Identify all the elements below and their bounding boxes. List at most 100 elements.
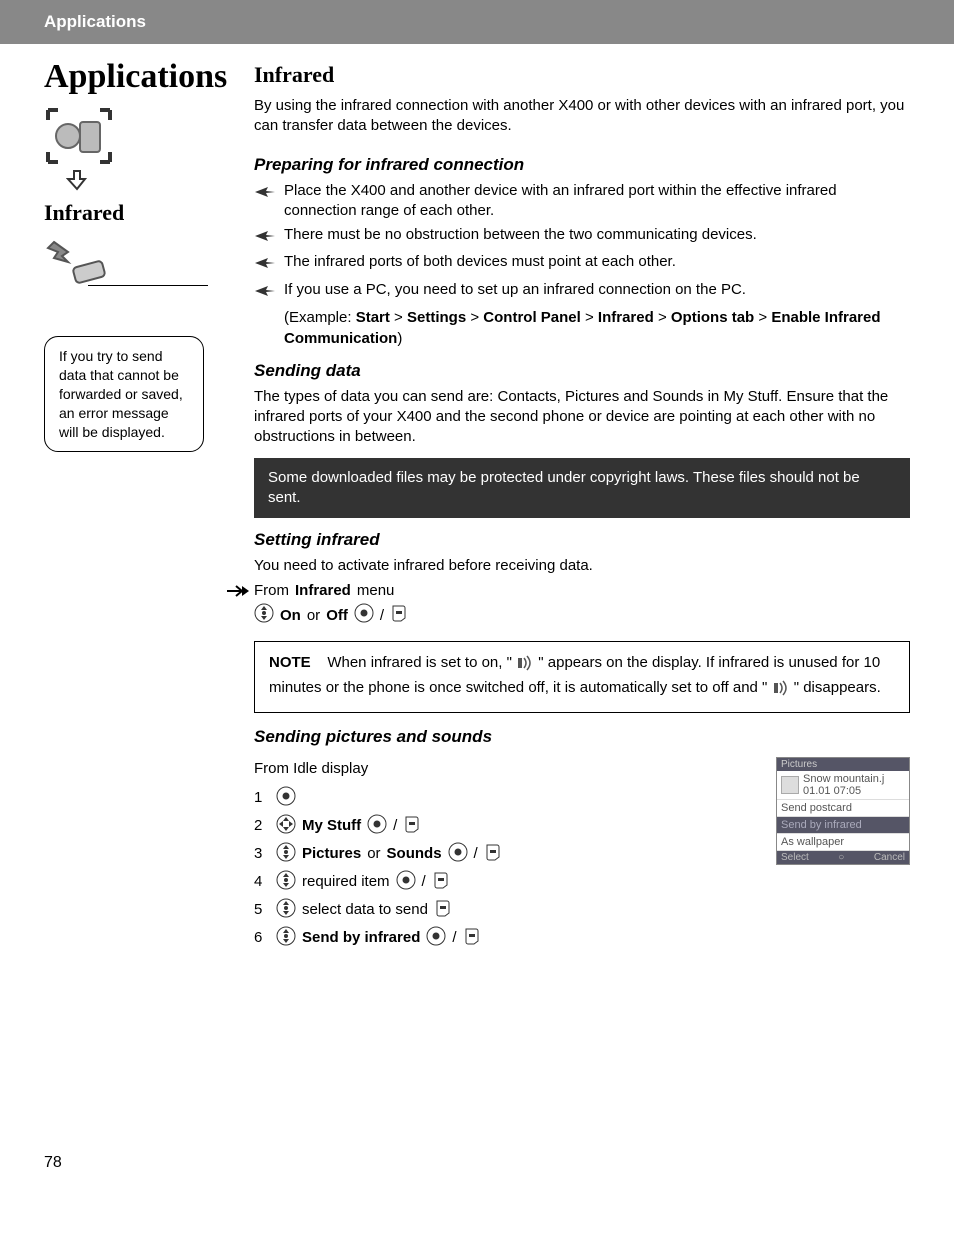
center-key-icon	[396, 870, 416, 894]
nav-updown-icon	[276, 842, 296, 866]
slash: /	[393, 817, 397, 834]
example-path: (Example: Start > Settings > Control Pan…	[284, 307, 910, 349]
pointer-icon	[254, 283, 276, 303]
page-number: 78	[44, 1154, 910, 1172]
phone-date: 01.01 07:05	[803, 785, 884, 797]
center-key-icon	[426, 926, 446, 950]
setting-head: Setting infrared	[254, 530, 910, 550]
bullet-text: There must be no obstruction between the…	[284, 225, 757, 245]
softkey-icon	[432, 870, 450, 894]
path-seg: Options tab	[671, 309, 754, 326]
infrared-glyph	[44, 236, 234, 286]
sidebar-subtitle: Infrared	[44, 200, 234, 226]
step-2: 2 My Stuff /	[254, 814, 736, 838]
softkey-icon	[434, 898, 452, 922]
bullet-item: Place the X400 and another device with a…	[254, 181, 910, 222]
setting-text: You need to activate infrared before rec…	[254, 556, 910, 576]
my-stuff-label: My Stuff	[302, 817, 361, 834]
center-key-icon	[448, 842, 468, 866]
slash: /	[474, 845, 478, 862]
example-prefix: (Example:	[284, 309, 356, 326]
from-bold: Infrared	[295, 582, 351, 599]
softkey-icon	[463, 926, 481, 950]
step-6: 6 Send by infrared /	[254, 926, 736, 950]
pointer-icon	[254, 255, 276, 275]
sidebar-tip-box: If you try to send data that cannot be f…	[44, 336, 204, 452]
softkey-icon	[403, 814, 421, 838]
header-band: Applications	[0, 0, 954, 44]
sidebar-tip-text: If you try to send data that cannot be f…	[59, 348, 183, 440]
phone-softkey-left: Select	[781, 852, 809, 863]
step-num: 1	[254, 789, 270, 806]
infrared-status-icon	[516, 655, 534, 677]
prep-head: Preparing for infrared connection	[254, 155, 910, 175]
note-text-1: When infrared is set to on, "	[327, 654, 516, 671]
example-suffix: )	[397, 330, 402, 347]
phone-center-dot: ○	[838, 852, 844, 863]
pointer-icon	[254, 184, 276, 204]
slash: /	[380, 607, 384, 624]
bullet-item: There must be no obstruction between the…	[254, 225, 910, 248]
step-num: 2	[254, 817, 270, 834]
path-seg: Infrared	[598, 309, 654, 326]
pictures-label: Pictures	[302, 845, 361, 862]
phone-softkey-right: Cancel	[874, 852, 905, 863]
slash: /	[452, 929, 456, 946]
arrow-right-icon	[226, 584, 250, 602]
pointer-icon	[254, 228, 276, 248]
warning-text: Some downloaded files may be protected u…	[268, 469, 860, 506]
applications-glyph	[44, 106, 234, 169]
sending-text: The types of data you can send are: Cont…	[254, 387, 910, 448]
nav-updown-icon	[276, 870, 296, 894]
section-title: Infrared	[254, 62, 910, 88]
phone-file-row: Snow mountain.j 01.01 07:05	[777, 771, 909, 800]
select-data-label: select data to send	[302, 901, 428, 918]
bullet-item: If you use a PC, you need to set up an i…	[254, 280, 910, 303]
softkey-icon	[390, 603, 408, 627]
step-num: 4	[254, 873, 270, 890]
phone-option: Send postcard	[777, 800, 909, 817]
step-num: 5	[254, 901, 270, 918]
bullet-text: The infrared ports of both devices must …	[284, 252, 676, 272]
note-box: NOTE When infrared is set to on, " " app…	[254, 641, 910, 713]
thumbnail-icon	[781, 776, 799, 794]
bullet-text: Place the X400 and another device with a…	[284, 181, 910, 222]
bullet-text: If you use a PC, you need to set up an i…	[284, 280, 746, 300]
center-key-icon	[276, 786, 296, 810]
note-label: NOTE	[269, 654, 311, 671]
step-5: 5 select data to send	[254, 898, 736, 922]
sidebar-title: Applications	[44, 58, 234, 96]
from-suffix: menu	[357, 582, 395, 599]
nav-updown-icon	[254, 603, 274, 627]
on-label: On	[280, 607, 301, 624]
infrared-status-icon	[772, 680, 790, 702]
nav-updown-icon	[276, 898, 296, 922]
softkey-icon	[484, 842, 502, 866]
step-1: 1	[254, 786, 736, 810]
sounds-label: Sounds	[387, 845, 442, 862]
required-item-label: required item	[302, 873, 390, 890]
bullet-item: The infrared ports of both devices must …	[254, 252, 910, 275]
slash: /	[422, 873, 426, 890]
nav-updown-icon	[276, 926, 296, 950]
center-key-icon	[354, 603, 374, 627]
path-seg: Start	[356, 309, 390, 326]
or-text: or	[307, 607, 320, 624]
off-label: Off	[326, 607, 348, 624]
step-3: 3 Pictures or Sounds /	[254, 842, 736, 866]
warning-box: Some downloaded files may be protected u…	[254, 458, 910, 519]
step-4: 4 required item /	[254, 870, 736, 894]
from-menu-row: From Infrared menu	[254, 582, 910, 599]
from-prefix: From	[254, 582, 289, 599]
phone-title: Pictures	[777, 758, 909, 771]
step-num: 6	[254, 929, 270, 946]
sidebar: Applications Infrared	[44, 44, 234, 452]
phone-option: As wallpaper	[777, 834, 909, 851]
phone-screenshot: Pictures Snow mountain.j 01.01 07:05 Sen…	[776, 757, 910, 865]
note-text-3: " disappears.	[790, 679, 881, 696]
send-by-infrared-label: Send by infrared	[302, 929, 420, 946]
pics-head: Sending pictures and sounds	[254, 727, 910, 747]
path-seg: Control Panel	[483, 309, 581, 326]
main-content: Infrared By using the infrared connectio…	[254, 44, 910, 954]
header-section: Applications	[44, 12, 146, 31]
